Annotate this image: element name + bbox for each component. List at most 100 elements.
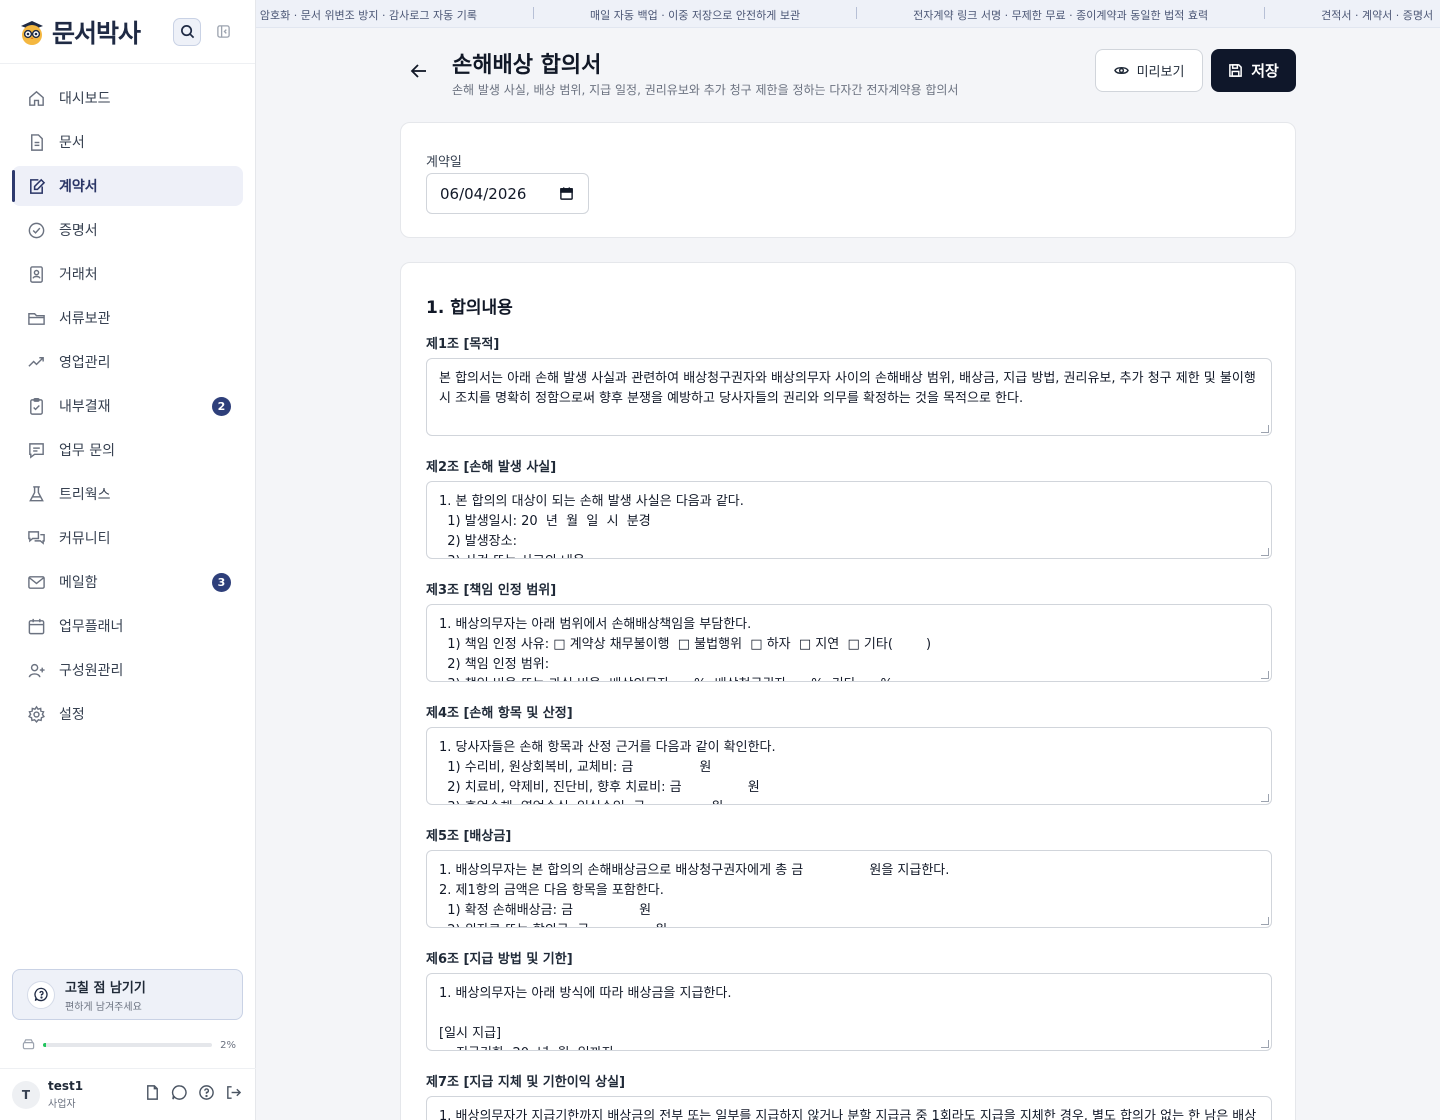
article-textarea[interactable]: 본 합의서는 아래 손해 발생 사실과 관련하여 배상청구권자와 배상의무자 사… bbox=[426, 358, 1272, 436]
preview-button[interactable]: 미리보기 bbox=[1095, 49, 1203, 92]
sidebar-item-mailbox[interactable]: 메일함 3 bbox=[12, 562, 243, 602]
article-label: 제7조 [지급 지체 및 기한이익 상실] bbox=[426, 1075, 626, 1090]
article-textarea[interactable]: 1. 배상의무자가 지급기한까지 배상금의 전부 또는 일부를 지급하지 않거나… bbox=[426, 1096, 1272, 1120]
sidebar-collapse-icon bbox=[216, 25, 230, 38]
eye-icon bbox=[1113, 66, 1129, 75]
chat-icon[interactable] bbox=[171, 1084, 188, 1105]
chat-bubbles-icon bbox=[26, 528, 46, 548]
article-label: 제3조 [책임 인정 범위] bbox=[426, 583, 557, 598]
page-subtitle: 손해 발생 사실, 배상 범위, 지급 일정, 권리유보와 추가 청구 제한을 … bbox=[452, 83, 959, 97]
back-button[interactable] bbox=[408, 60, 430, 82]
article-textarea[interactable]: 1. 본 합의의 대상이 되는 손해 발생 사실은 다음과 같다. 1) 발생일… bbox=[426, 481, 1272, 559]
avatar[interactable]: T bbox=[12, 1080, 40, 1109]
sidebar-item-archive[interactable]: 서류보관 bbox=[12, 298, 243, 338]
sidebar-item-triworks[interactable]: 트리웍스 bbox=[12, 474, 243, 514]
sidebar-item-sales[interactable]: 영업관리 bbox=[12, 342, 243, 382]
storage-usage: 2% bbox=[22, 1037, 236, 1053]
owl-logo-icon bbox=[18, 18, 46, 46]
sidebar-item-clients[interactable]: 거래처 bbox=[12, 254, 243, 294]
sidebar-item-settings[interactable]: 설정 bbox=[12, 694, 243, 734]
approvals-count-badge: 2 bbox=[212, 397, 231, 416]
help-icon[interactable] bbox=[198, 1084, 215, 1105]
storage-icon bbox=[22, 1036, 35, 1055]
document-icon bbox=[26, 132, 46, 152]
save-label: 저장 bbox=[1251, 62, 1279, 80]
user-plus-icon bbox=[26, 660, 46, 680]
calendar-icon[interactable] bbox=[559, 186, 574, 205]
feedback-subtitle: 편하게 남겨주세요 bbox=[65, 1001, 142, 1013]
article-label: 제1조 [목적] bbox=[426, 337, 500, 352]
sidebar-nav: 대시보드 문서 계약서 증명서 거래처 서류보관 영업관리 내부결재 2 업무 … bbox=[0, 64, 255, 734]
sidebar: 문서박사 대시보드 문서 계약서 증명서 거래처 서류보관 영업관리 내부결재 … bbox=[0, 0, 256, 1120]
sidebar-item-approvals[interactable]: 내부결재 2 bbox=[12, 386, 243, 426]
ticker-item: 매일 자동 백업 · 이중 저장으로 안전하게 보관 bbox=[589, 9, 801, 22]
sidebar-item-label: 설정 bbox=[59, 707, 85, 723]
user-role: 사업자 bbox=[48, 1099, 76, 1110]
article-label: 제2조 [손해 발생 사실] bbox=[426, 460, 557, 475]
article-label: 제5조 [배상금] bbox=[426, 829, 512, 844]
sidebar-item-label: 거래처 bbox=[59, 267, 98, 283]
storage-bar bbox=[43, 1043, 213, 1047]
sidebar-item-inquiries[interactable]: 업무 문의 bbox=[12, 430, 243, 470]
gear-icon bbox=[26, 704, 46, 724]
sidebar-item-planner[interactable]: 업무플래너 bbox=[12, 606, 243, 646]
sidebar-item-label: 대시보드 bbox=[59, 91, 111, 107]
article-textarea[interactable]: 1. 배상의무자는 아래 범위에서 손해배상책임을 부담한다. 1) 책임 인정… bbox=[426, 604, 1272, 682]
logo-text: 문서박사 bbox=[52, 18, 141, 48]
contract-date-value: 06/04/2026 bbox=[440, 184, 527, 203]
article-textarea[interactable]: 1. 당사자들은 손해 항목과 산정 근거를 다음과 같이 확인한다. 1) 수… bbox=[426, 727, 1272, 805]
sidebar-item-label: 메일함 bbox=[59, 575, 98, 591]
page-title: 손해배상 합의서 bbox=[452, 53, 602, 78]
calendar-icon bbox=[26, 616, 46, 636]
sidebar-item-label: 업무 문의 bbox=[59, 443, 115, 459]
article-label: 제6조 [지급 방법 및 기한] bbox=[426, 952, 573, 967]
save-icon bbox=[1229, 64, 1243, 77]
save-button[interactable]: 저장 bbox=[1211, 49, 1296, 92]
search-icon bbox=[180, 25, 194, 39]
contract-date-card: 계약일 06/04/2026 bbox=[400, 122, 1296, 238]
sidebar-item-dashboard[interactable]: 대시보드 bbox=[12, 78, 243, 118]
notes-icon[interactable] bbox=[144, 1084, 161, 1105]
article-7: 제7조 [지급 지체 및 기한이익 상실] 1. 배상의무자가 지급기한까지 배… bbox=[426, 1071, 1272, 1120]
ticker-item: 데이터 암호화 · 문서 위변조 방지 · 감사로그 자동 기록 bbox=[256, 9, 477, 22]
sidebar-item-label: 문서 bbox=[59, 135, 85, 151]
search-button[interactable] bbox=[173, 17, 201, 46]
contract-date-label: 계약일 bbox=[426, 155, 462, 170]
logo-row: 문서박사 bbox=[0, 0, 255, 64]
section-title: 1. 합의내용 bbox=[426, 298, 513, 318]
feedback-title: 고칠 점 남기기 bbox=[65, 980, 146, 996]
folder-icon bbox=[26, 308, 46, 328]
flask-icon bbox=[26, 484, 46, 504]
article-2: 제2조 [손해 발생 사실] 1. 본 합의의 대상이 되는 손해 발생 사실은… bbox=[426, 456, 1272, 559]
ticker-item: 전자계약 링크 서명 · 무제한 무료 · 종이계약과 동일한 법적 효력 bbox=[913, 9, 1209, 22]
sidebar-item-community[interactable]: 커뮤니티 bbox=[12, 518, 243, 558]
user-name: test1 bbox=[48, 1079, 84, 1093]
article-3: 제3조 [책임 인정 범위] 1. 배상의무자는 아래 범위에서 손해배상책임을… bbox=[426, 579, 1272, 682]
sidebar-item-label: 계약서 bbox=[59, 179, 98, 195]
sidebar-item-documents[interactable]: 문서 bbox=[12, 122, 243, 162]
article-textarea[interactable]: 1. 배상의무자는 아래 방식에 따라 배상금을 지급한다. [일시 지급] -… bbox=[426, 973, 1272, 1051]
sidebar-item-contracts[interactable]: 계약서 bbox=[12, 166, 243, 206]
article-4: 제4조 [손해 항목 및 산정] 1. 당사자들은 손해 항목과 산정 근거를 … bbox=[426, 702, 1272, 805]
sidebar-item-members[interactable]: 구성원관리 bbox=[12, 650, 243, 690]
user-profile: T test1 사업자 bbox=[0, 1068, 256, 1120]
preview-label: 미리보기 bbox=[1136, 65, 1185, 80]
mail-icon bbox=[26, 572, 46, 592]
announcement-ticker: 데이터 암호화 · 문서 위변조 방지 · 감사로그 자동 기록 매일 자동 백… bbox=[256, 0, 1440, 28]
message-square-icon bbox=[26, 440, 46, 460]
article-textarea[interactable]: 1. 배상의무자는 본 합의의 손해배상금으로 배상청구권자에게 총 금 원을 … bbox=[426, 850, 1272, 928]
sidebar-item-label: 증명서 bbox=[59, 223, 98, 239]
feedback-button[interactable]: 고칠 점 남기기 편하게 남겨주세요 bbox=[12, 969, 243, 1020]
logo[interactable]: 문서박사 bbox=[18, 14, 141, 50]
sidebar-item-label: 커뮤니티 bbox=[59, 531, 111, 547]
article-5: 제5조 [배상금] 1. 배상의무자는 본 합의의 손해배상금으로 배상청구권자… bbox=[426, 825, 1272, 928]
contract-date-input[interactable]: 06/04/2026 bbox=[426, 173, 589, 214]
mailbox-count-badge: 3 bbox=[212, 573, 231, 592]
sidebar-item-label: 트리웍스 bbox=[59, 487, 111, 503]
clipboard-check-icon bbox=[26, 396, 46, 416]
feedback-icon bbox=[27, 980, 55, 1009]
trend-up-icon bbox=[26, 352, 46, 372]
logout-icon[interactable] bbox=[225, 1084, 242, 1105]
sidebar-item-certificates[interactable]: 증명서 bbox=[12, 210, 243, 250]
collapse-sidebar-button[interactable] bbox=[209, 18, 237, 46]
